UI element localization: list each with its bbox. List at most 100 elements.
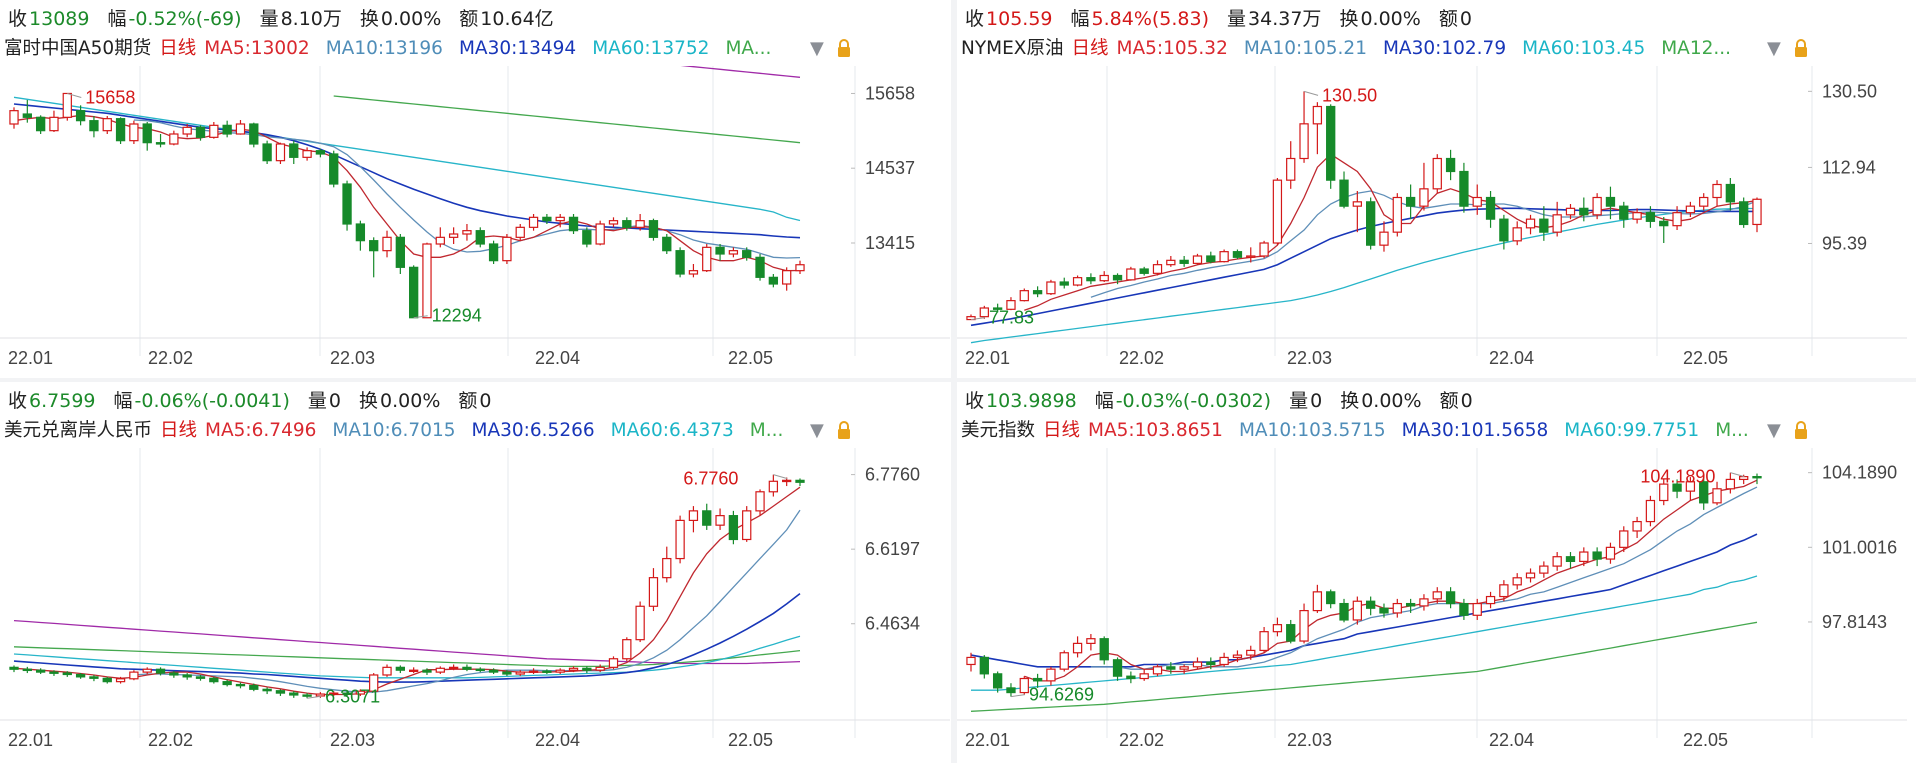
lock-icon[interactable] xyxy=(836,420,852,445)
candle xyxy=(515,670,525,676)
triangle-down-icon[interactable]: ▼ xyxy=(1767,420,1781,441)
candle xyxy=(1472,598,1482,620)
x-tick-label: 22.05 xyxy=(728,348,773,368)
candle xyxy=(568,214,579,234)
chart-panel-1[interactable]: 收 13089 幅 -0.52%(-69) 量 8.10万换 0.00% 额 10.64亿 富时中… xyxy=(0,0,950,378)
quote-stats: 收 6.7599 幅 -0.06%(-0.0041) 量 0 换 0.00% 额 0 xyxy=(8,388,494,414)
change-label: 幅 xyxy=(113,390,133,412)
candle xyxy=(382,664,392,677)
triangle-down-icon[interactable]: ▼ xyxy=(810,420,824,441)
change-value: -0.52%(-69) xyxy=(128,8,242,30)
candle xyxy=(1286,619,1296,644)
candlestick-chart[interactable]: 130.50 112.94 95.39 22.01 22.02 22.03 22.04 22.… xyxy=(957,66,1907,378)
candle xyxy=(1352,596,1362,625)
candle xyxy=(275,689,286,696)
period-label[interactable]: 日线 xyxy=(1071,38,1108,59)
ma30-line xyxy=(970,207,1757,327)
candle xyxy=(1605,542,1616,564)
candle xyxy=(142,667,152,675)
candlestick-chart[interactable]: 15658 14537 13415 22.01 22.02 22.03 22.04 22.05… xyxy=(0,66,950,378)
ma60-line xyxy=(13,96,801,222)
chart-panel-2[interactable]: 收 105.59 幅 5.84%(5.83) 量 34.37万换 0.00% 额 0 NYMEX原… xyxy=(957,0,1907,378)
candle xyxy=(129,120,139,144)
y-tick-label: 97.8143 xyxy=(1822,612,1887,632)
candle xyxy=(675,247,685,278)
volume-label: 量 xyxy=(307,390,327,412)
candle xyxy=(1019,676,1029,695)
candle xyxy=(1552,201,1562,237)
ma-more-value: MA12... xyxy=(1661,38,1732,59)
candle xyxy=(89,116,99,138)
candle xyxy=(1219,249,1229,263)
ma5-value: MA5:103.8651 xyxy=(1088,420,1223,441)
candlestick-chart[interactable]: 104.1890 101.0016 97.8143 22.01 22.02 22.03 22… xyxy=(957,448,1907,760)
turnover-label: 换 xyxy=(359,8,379,30)
indicator-legend: 富时中国A50期货 日线 MA5:13002 MA10:13196 MA30:13494… xyxy=(4,36,844,62)
triangle-down-icon[interactable]: ▼ xyxy=(1767,38,1781,59)
candle xyxy=(1152,260,1163,276)
chart-panel-4[interactable]: 收 103.9898 幅 -0.03%(-0.0302) 量 0 换 0.00% 额 0 美元指数日… xyxy=(957,382,1907,760)
x-tick-label: 22.04 xyxy=(1489,348,1534,368)
candle xyxy=(355,220,366,251)
candle xyxy=(462,664,472,672)
turnover-value: 0.00% xyxy=(1361,390,1422,412)
candle xyxy=(715,508,725,530)
candle xyxy=(222,120,232,138)
candle xyxy=(435,666,445,675)
candle xyxy=(1126,266,1136,281)
candle xyxy=(1259,240,1269,259)
amount-value: 0 xyxy=(1459,8,1472,30)
x-tick-label: 22.02 xyxy=(148,348,193,368)
candle xyxy=(1232,249,1243,260)
candle xyxy=(342,180,352,231)
candle xyxy=(22,666,32,674)
period-label[interactable]: 日线 xyxy=(1043,420,1080,441)
y-tick-label: 14537 xyxy=(865,158,915,178)
candle xyxy=(1459,598,1469,620)
candle xyxy=(595,220,605,246)
candle xyxy=(1632,208,1642,224)
candle xyxy=(1326,104,1336,189)
candle xyxy=(728,247,739,258)
candle xyxy=(515,224,525,241)
turnover-label: 换 xyxy=(1339,8,1359,30)
candle xyxy=(115,117,126,144)
candle xyxy=(1219,652,1229,667)
ma30-value: MA30:101.5658 xyxy=(1401,420,1549,441)
min-label: 77.83 xyxy=(989,308,1034,328)
candle xyxy=(648,568,659,612)
candle xyxy=(702,244,712,272)
max-label: 6.7760 xyxy=(683,469,738,489)
amount-value: 0 xyxy=(479,390,492,412)
x-tick-label: 22.03 xyxy=(1287,730,1332,750)
candle xyxy=(1485,191,1496,228)
candle xyxy=(528,668,539,675)
candle xyxy=(1192,253,1203,265)
period-label[interactable]: 日线 xyxy=(159,38,196,59)
candle xyxy=(755,489,765,516)
max-pointer xyxy=(1303,90,1319,96)
volume-value: 0 xyxy=(1310,390,1323,412)
close-value: 13089 xyxy=(29,8,90,30)
candle xyxy=(1086,273,1096,285)
close-label: 收 xyxy=(8,390,28,412)
x-tick-label: 22.05 xyxy=(728,730,773,750)
close-value: 6.7599 xyxy=(29,390,96,412)
max-pointer xyxy=(773,474,788,480)
triangle-down-icon[interactable]: ▼ xyxy=(810,38,824,59)
lock-icon[interactable] xyxy=(836,38,852,63)
candle xyxy=(155,134,166,148)
lock-icon[interactable] xyxy=(1793,420,1809,445)
candle xyxy=(1379,221,1389,252)
candle xyxy=(608,217,619,228)
candlestick-chart[interactable]: 6.7760 6.6197 6.4634 22.01 22.02 22.03 22.04 22… xyxy=(0,448,950,760)
candle xyxy=(275,142,286,164)
period-label[interactable]: 日线 xyxy=(160,420,197,441)
change-label: 幅 xyxy=(1094,390,1114,412)
amount-label: 额 xyxy=(1438,8,1458,30)
candle xyxy=(169,130,179,146)
candle xyxy=(209,676,219,684)
lock-icon[interactable] xyxy=(1793,38,1809,63)
ma5-value: MA5:13002 xyxy=(204,38,310,59)
chart-panel-3[interactable]: 收 6.7599 幅 -0.06%(-0.0041) 量 0 换 0.00% 额 0 美元兑离岸人民… xyxy=(0,382,950,760)
